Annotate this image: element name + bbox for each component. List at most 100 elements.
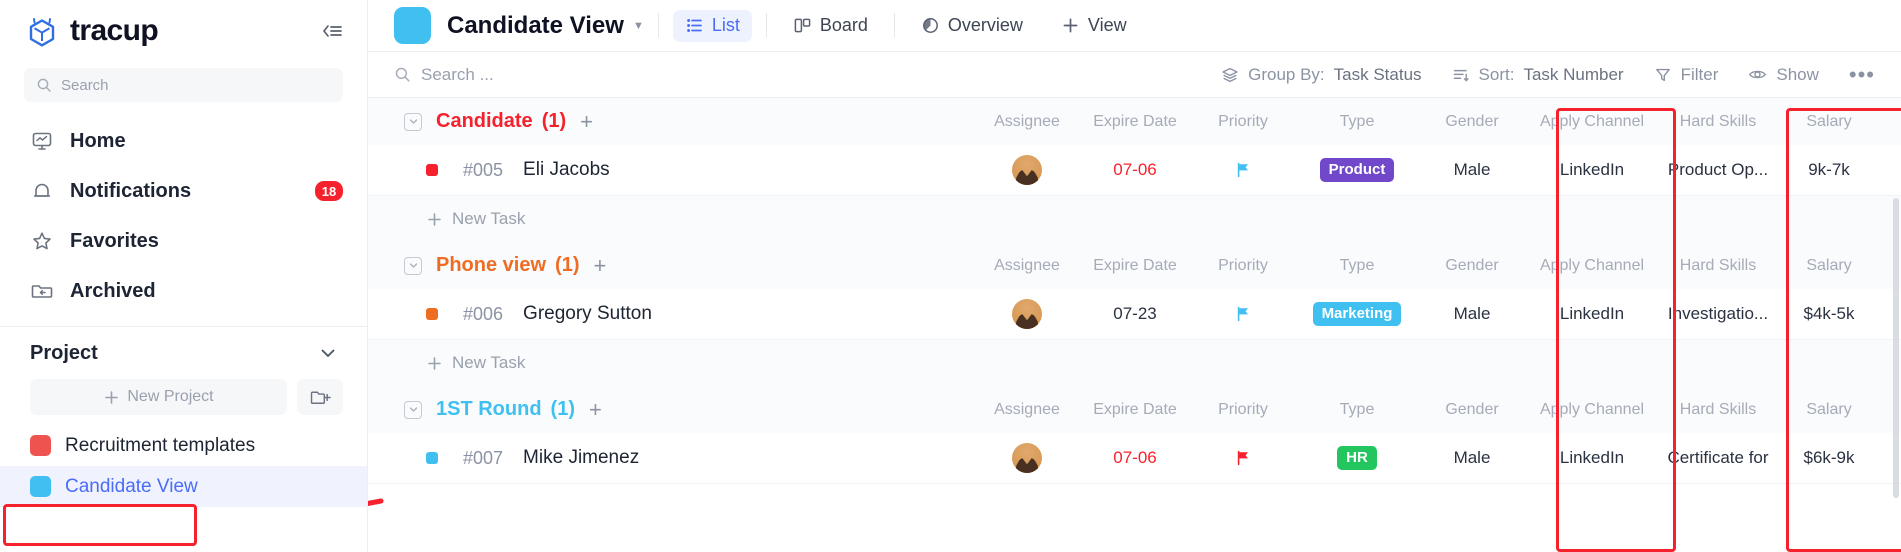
add-task-icon[interactable]: + <box>589 398 602 421</box>
cell-salary[interactable]: $4k-5k <box>1779 289 1879 339</box>
tab-label: Overview <box>947 15 1023 35</box>
cell-priority[interactable] <box>1189 289 1297 339</box>
type-chip: HR <box>1337 446 1377 470</box>
project-section-header: Project <box>0 327 367 379</box>
tab-label: View <box>1087 15 1127 35</box>
cell-apply-channel[interactable]: LinkedIn <box>1527 289 1657 339</box>
cell-assignee[interactable] <box>973 145 1081 195</box>
group-title: Phone view <box>436 254 547 276</box>
task-list: Candidate (1) + Assignee Expire Date Pri… <box>368 98 1901 498</box>
task-name: Gregory Sutton <box>523 303 652 324</box>
plus-icon <box>1061 16 1080 35</box>
project-item-recruitment-templates[interactable]: Recruitment templates <box>0 425 367 466</box>
column-header-salary: Salary <box>1806 400 1852 418</box>
list-icon <box>685 16 704 35</box>
table-row[interactable]: #006 Gregory Sutton 07-23 Marketing Male… <box>368 289 1901 340</box>
red-arrow-pointing-to-candidate-view <box>368 498 384 507</box>
sidebar-item-notifications[interactable]: Notifications 18 <box>0 166 367 216</box>
column-header-salary: Salary <box>1806 112 1852 130</box>
sort-control[interactable]: Sort: Task Number <box>1452 65 1624 85</box>
tab-add-view[interactable]: View <box>1049 10 1139 42</box>
column-header-gender: Gender <box>1445 112 1499 130</box>
column-header-type: Type <box>1339 256 1375 274</box>
column-header-pad <box>1879 98 1901 145</box>
sidebar-item-favorites[interactable]: Favorites <box>0 216 367 266</box>
cell-type[interactable]: Marketing <box>1297 289 1417 339</box>
status-dot <box>426 308 438 320</box>
chevron-down-box-icon[interactable] <box>404 256 422 275</box>
sidebar-item-home[interactable]: Home <box>0 116 367 166</box>
tab-overview[interactable]: Overview <box>909 10 1035 42</box>
brand-row: tracup <box>0 0 367 62</box>
cell-expire-date[interactable]: 07-06 <box>1081 145 1189 195</box>
tab-board[interactable]: Board <box>781 10 880 42</box>
cell-hard-skills[interactable]: Investigatio... <box>1657 289 1779 339</box>
chevron-down-box-icon[interactable] <box>404 400 422 419</box>
type-chip: Marketing <box>1312 302 1402 326</box>
new-folder-icon <box>310 387 331 408</box>
cell-expire-date[interactable]: 07-06 <box>1081 433 1189 483</box>
column-headers: Assignee Expire Date Priority Type Gende… <box>973 242 1901 289</box>
cell-gender[interactable]: Male <box>1417 433 1527 483</box>
cell-gender[interactable]: Male <box>1417 145 1527 195</box>
tab-list[interactable]: List <box>672 9 752 42</box>
column-header-expire-date: Expire Date <box>1093 112 1177 130</box>
chevron-down-icon[interactable] <box>317 342 339 364</box>
ellipsis-icon[interactable]: ••• <box>1849 63 1875 85</box>
page-title: Candidate View <box>447 11 624 39</box>
plus-icon <box>426 211 443 228</box>
sidebar-item-label: Notifications <box>70 179 192 202</box>
star-icon <box>30 229 54 253</box>
column-header-expire-date: Expire Date <box>1093 256 1177 274</box>
search-placeholder: Search <box>61 76 109 94</box>
cell-apply-channel[interactable]: LinkedIn <box>1527 433 1657 483</box>
group-count: (1) <box>555 254 580 276</box>
board-icon <box>793 16 812 35</box>
chevron-down-icon[interactable]: ▼ <box>633 20 644 32</box>
cell-priority[interactable] <box>1189 433 1297 483</box>
search-input[interactable]: Search <box>24 68 343 102</box>
new-task-button[interactable]: New Task <box>368 340 1901 386</box>
show-control[interactable]: Show <box>1748 65 1819 85</box>
cell-apply-channel[interactable]: LinkedIn <box>1527 145 1657 195</box>
task-id: #006 <box>463 303 504 324</box>
column-header-priority: Priority <box>1218 256 1268 274</box>
row-cells: 07-06 HR Male LinkedIn Certificate for $… <box>973 433 1901 483</box>
group-title: Candidate <box>436 110 533 132</box>
cell-priority[interactable] <box>1189 145 1297 195</box>
sidebar-item-archived[interactable]: Archived <box>0 266 367 316</box>
chevron-down-box-icon[interactable] <box>404 112 422 131</box>
table-row[interactable]: #007 Mike Jimenez 07-06 HR Male LinkedIn… <box>368 433 1901 484</box>
new-project-button[interactable]: New Project <box>30 379 287 415</box>
cell-salary[interactable]: $6k-9k <box>1779 433 1879 483</box>
vertical-scrollbar[interactable] <box>1893 198 1899 498</box>
add-task-icon[interactable]: + <box>580 110 593 133</box>
column-header-apply-channel: Apply Channel <box>1539 112 1645 130</box>
cell-salary[interactable]: 9k-7k <box>1779 145 1879 195</box>
add-task-icon[interactable]: + <box>593 254 606 277</box>
cell-assignee[interactable] <box>973 289 1081 339</box>
cell-type[interactable]: Product <box>1297 145 1417 195</box>
new-folder-button[interactable] <box>297 379 343 415</box>
cell-type[interactable]: HR <box>1297 433 1417 483</box>
sort-label: Sort: <box>1478 64 1515 84</box>
flag-icon <box>1234 161 1252 179</box>
app-root: tracup Search Home Notifications 18 Favo… <box>0 0 1901 552</box>
cell-gender[interactable]: Male <box>1417 289 1527 339</box>
column-header-assignee: Assignee <box>994 400 1060 418</box>
project-section-title: Project <box>30 341 98 364</box>
table-row[interactable]: #005 Eli Jacobs 07-06 Product Male Linke… <box>368 145 1901 196</box>
cell-assignee[interactable] <box>973 433 1081 483</box>
collapse-panel-icon[interactable] <box>319 18 345 44</box>
new-task-button[interactable]: New Task <box>368 196 1901 242</box>
filter-control[interactable]: Filter <box>1654 65 1718 85</box>
view-color-swatch <box>394 7 431 44</box>
cell-hard-skills[interactable]: Product Op... <box>1657 145 1779 195</box>
tab-label: Board <box>819 15 868 35</box>
project-item-candidate-view[interactable]: Candidate View <box>0 466 367 507</box>
list-search-input[interactable]: Search ... <box>394 65 494 85</box>
filter-toolbar: Search ... Group By: Task Status Sort: T… <box>368 52 1901 98</box>
group-by-control[interactable]: Group By: Task Status <box>1221 65 1422 85</box>
cell-hard-skills[interactable]: Certificate for <box>1657 433 1779 483</box>
cell-expire-date[interactable]: 07-23 <box>1081 289 1189 339</box>
